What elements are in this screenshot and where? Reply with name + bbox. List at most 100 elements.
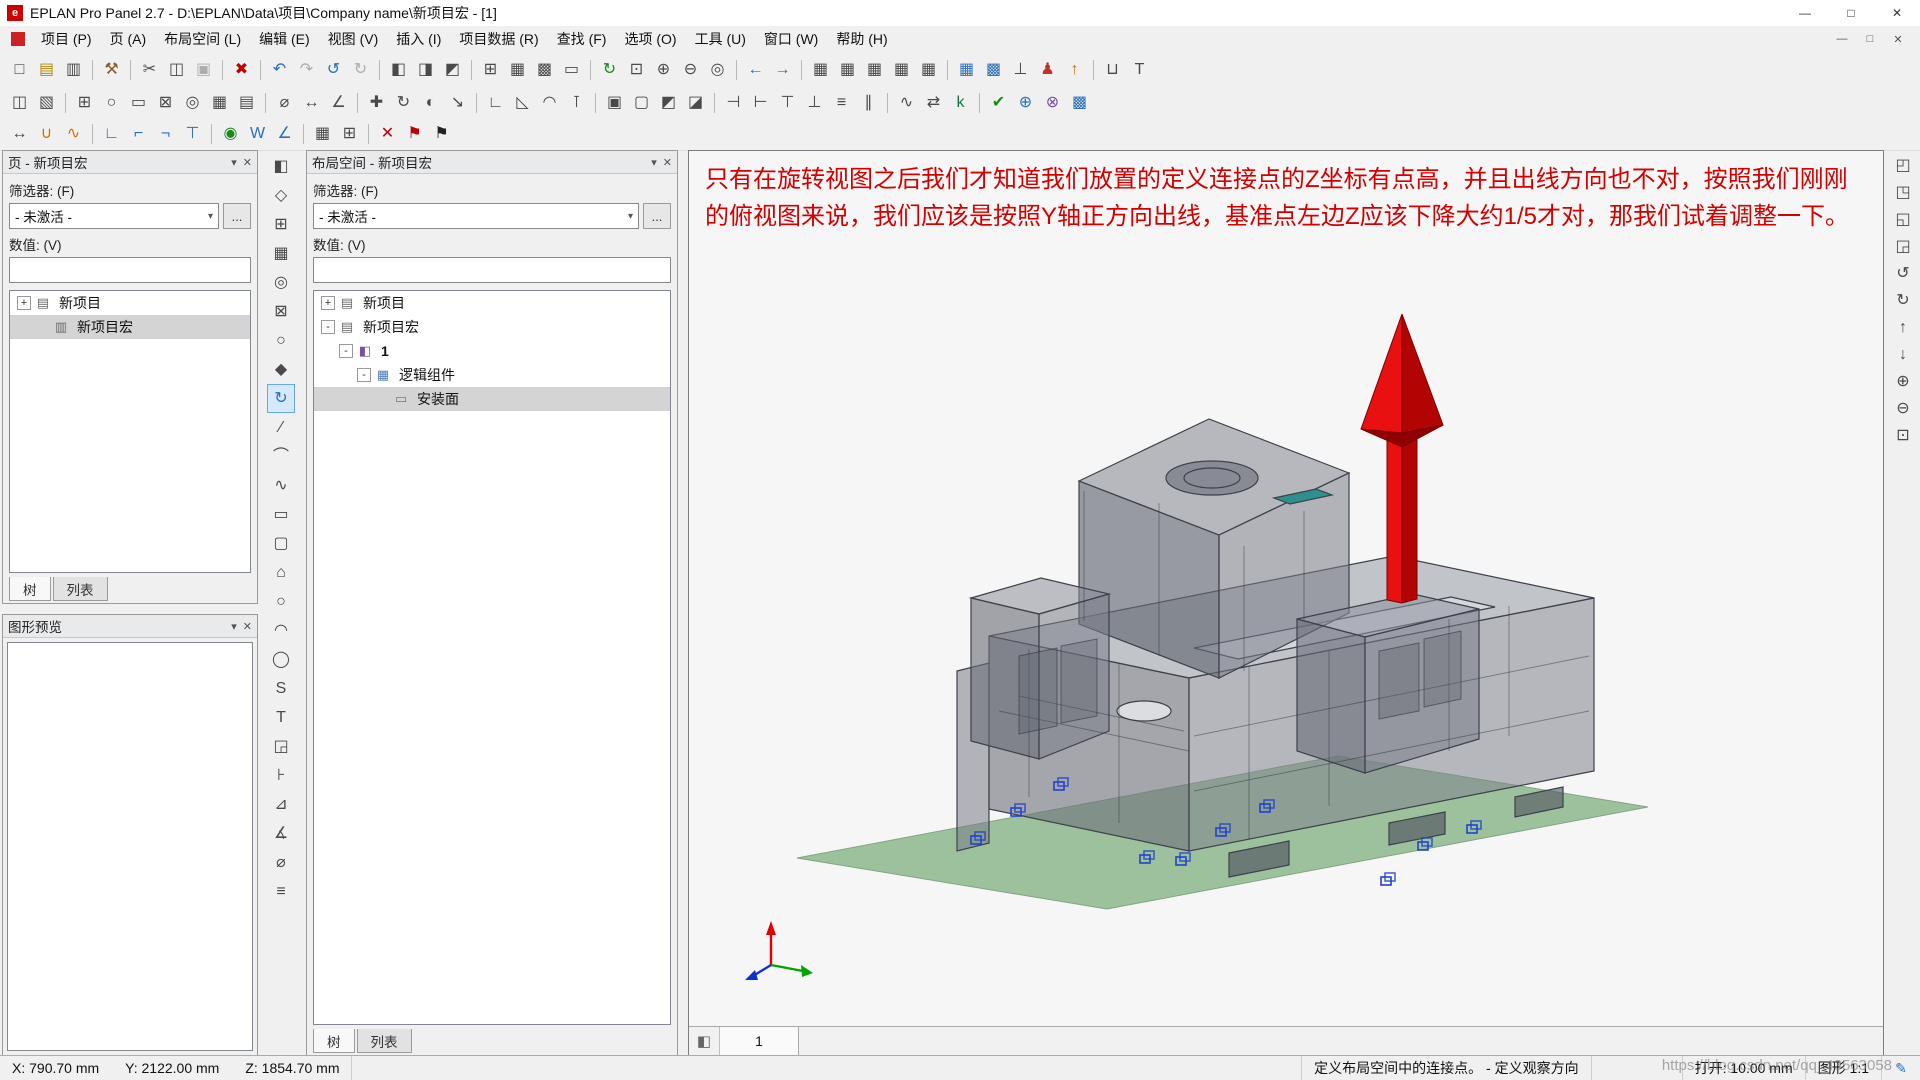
zoom-in-view-button[interactable]: ⊕ <box>1890 368 1916 395</box>
dimension-chain-button[interactable]: ≡ <box>267 877 295 906</box>
angle-tl-button[interactable]: ∟ <box>98 121 125 147</box>
view-3d-button[interactable]: ◇ <box>267 181 295 210</box>
graphical-preview-button[interactable]: ▭ <box>558 57 585 83</box>
previous-page-button[interactable]: ← <box>742 57 769 83</box>
align-bottom-button[interactable]: ⊥ <box>801 90 828 116</box>
insert-cylinder-button[interactable]: ○ <box>98 90 125 116</box>
filter-combobox[interactable]: - 未激活 - ▾ <box>313 203 639 229</box>
grid-e-button[interactable]: ▦ <box>915 57 942 83</box>
viewport-tab-1[interactable]: 1 <box>720 1027 799 1055</box>
copy-button[interactable]: ◫ <box>163 57 190 83</box>
menu-item[interactable]: 页 (A) <box>101 26 156 52</box>
tree-item[interactable]: - ▤ 新项目宏 <box>314 315 670 339</box>
panel-close-icon[interactable]: ✕ <box>243 620 252 633</box>
graphic-3d-button[interactable]: ▩ <box>1066 90 1093 116</box>
kinematics-button[interactable]: k <box>947 90 974 116</box>
properties-button[interactable]: ⚒ <box>98 57 125 83</box>
tree-expander[interactable]: + <box>321 296 335 310</box>
mdi-minimize-button[interactable]: — <box>1828 33 1856 46</box>
draw-ellipse-button[interactable]: ◯ <box>267 645 295 674</box>
u-turn-button[interactable]: ∪ <box>33 121 60 147</box>
panel-menu-icon[interactable]: ▾ <box>231 156 237 169</box>
pan-down-button[interactable]: ↓ <box>1890 341 1916 368</box>
tree-expander[interactable] <box>375 392 389 406</box>
red-flag-button[interactable]: ⚑ <box>401 121 428 147</box>
menu-item[interactable]: 编辑 (E) <box>250 26 319 52</box>
draw-arc-button[interactable]: ⌒ <box>267 442 295 471</box>
value-input[interactable] <box>313 257 671 283</box>
redo-button[interactable]: ↷ <box>293 57 320 83</box>
mirror-button[interactable]: ◐ <box>417 90 444 116</box>
menu-item[interactable]: 查找 (F) <box>548 26 616 52</box>
w-dimension-button[interactable]: W <box>244 121 271 147</box>
trim-button[interactable]: ⊺ <box>563 90 590 116</box>
grid-d-button[interactable]: ▦ <box>888 57 915 83</box>
align-right-button[interactable]: ⊢ <box>747 90 774 116</box>
page-navigator-button[interactable]: ◫ <box>6 90 33 116</box>
rotate-view-button[interactable]: ↻ <box>267 384 295 413</box>
drill-hole-button[interactable]: ◎ <box>267 268 295 297</box>
measure-length-button[interactable]: ⌀ <box>271 90 298 116</box>
dimension-aligned-button[interactable]: ⊿ <box>267 790 295 819</box>
menu-item[interactable]: 帮助 (H) <box>827 26 896 52</box>
grid-on-off-button[interactable]: ▦ <box>953 57 980 83</box>
view-corner-br-button[interactable]: ◲ <box>1890 233 1916 260</box>
update-connections-button[interactable]: ⇄ <box>920 90 947 116</box>
connection-symbol-button[interactable]: ↔ <box>6 121 33 147</box>
open-button[interactable]: ▤ <box>33 57 60 83</box>
panel-menu-icon[interactable]: ▾ <box>231 620 237 633</box>
align-left-button[interactable]: ⊣ <box>720 90 747 116</box>
undo-list-button[interactable]: ↺ <box>320 57 347 83</box>
route-connection-button[interactable]: ∿ <box>893 90 920 116</box>
layout-space-button[interactable]: ◧ <box>267 152 295 181</box>
tree-expander[interactable]: - <box>339 344 353 358</box>
menu-item[interactable]: 窗口 (W) <box>755 26 827 52</box>
grid-small-button[interactable]: ▦ <box>309 121 336 147</box>
zoom-in-button[interactable]: ⊕ <box>650 57 677 83</box>
menu-item[interactable]: 视图 (V) <box>319 26 388 52</box>
draw-polygon-button[interactable]: ⌂ <box>267 558 295 587</box>
chamfer-button[interactable]: ◺ <box>509 90 536 116</box>
panel-close-icon[interactable]: ✕ <box>663 156 672 169</box>
insert-text-button[interactable]: T <box>1126 57 1153 83</box>
tree-expander[interactable] <box>35 320 49 334</box>
pan-up-button[interactable]: ↑ <box>1890 314 1916 341</box>
draw-line-button[interactable]: ∕ <box>267 413 295 442</box>
tab[interactable]: 树 <box>313 1029 355 1053</box>
undo-button[interactable]: ↶ <box>266 57 293 83</box>
align-top-button[interactable]: ⊤ <box>774 90 801 116</box>
new-button[interactable]: □ <box>6 57 33 83</box>
move-button[interactable]: ✚ <box>363 90 390 116</box>
distribute-vertical-button[interactable]: ∥ <box>855 90 882 116</box>
tree-expander[interactable]: - <box>321 320 335 334</box>
menu-item[interactable]: 项目 (P) <box>32 26 101 52</box>
draw-spline-button[interactable]: S <box>267 674 295 703</box>
tree-item[interactable]: ▭ 安装面 <box>314 387 670 411</box>
dimension-angle-button[interactable]: ∡ <box>267 819 295 848</box>
cancel-action-button[interactable]: ✕ <box>374 121 401 147</box>
logic-preview-button[interactable]: ↑ <box>1061 57 1088 83</box>
maximize-button[interactable]: □ <box>1828 0 1874 26</box>
dimension-linear-button[interactable]: ↔ <box>298 90 325 116</box>
zoom-entire-page-button[interactable]: ◎ <box>704 57 731 83</box>
design-mode-button[interactable]: ♟ <box>1034 57 1061 83</box>
grid-a-button[interactable]: ▦ <box>807 57 834 83</box>
draw-rectangle-button[interactable]: ▭ <box>267 500 295 529</box>
window-macro-button[interactable]: ◨ <box>412 57 439 83</box>
menu-item[interactable]: 工具 (U) <box>686 26 755 52</box>
minimize-button[interactable]: — <box>1782 0 1828 26</box>
grid-b-button[interactable]: ▦ <box>834 57 861 83</box>
insert-terminal-button[interactable]: ⊕ <box>1012 90 1039 116</box>
insert-plane-button[interactable]: ▭ <box>125 90 152 116</box>
insert-cutout-button[interactable]: ⊠ <box>152 90 179 116</box>
insert-connection-point-button[interactable]: ⊗ <box>1039 90 1066 116</box>
tree-item[interactable]: + ▤ 新项目 <box>314 291 670 315</box>
rotate-button[interactable]: ↻ <box>390 90 417 116</box>
cutout-button[interactable]: ⊠ <box>267 297 295 326</box>
insert-box-button[interactable]: ⊞ <box>71 90 98 116</box>
insert-drill-hole-button[interactable]: ◎ <box>179 90 206 116</box>
tree-expander[interactable]: + <box>17 296 31 310</box>
dimension-horizontal-button[interactable]: ⊦ <box>267 761 295 790</box>
send-to-back-button[interactable]: ◪ <box>682 90 709 116</box>
print-button[interactable]: ▥ <box>60 57 87 83</box>
